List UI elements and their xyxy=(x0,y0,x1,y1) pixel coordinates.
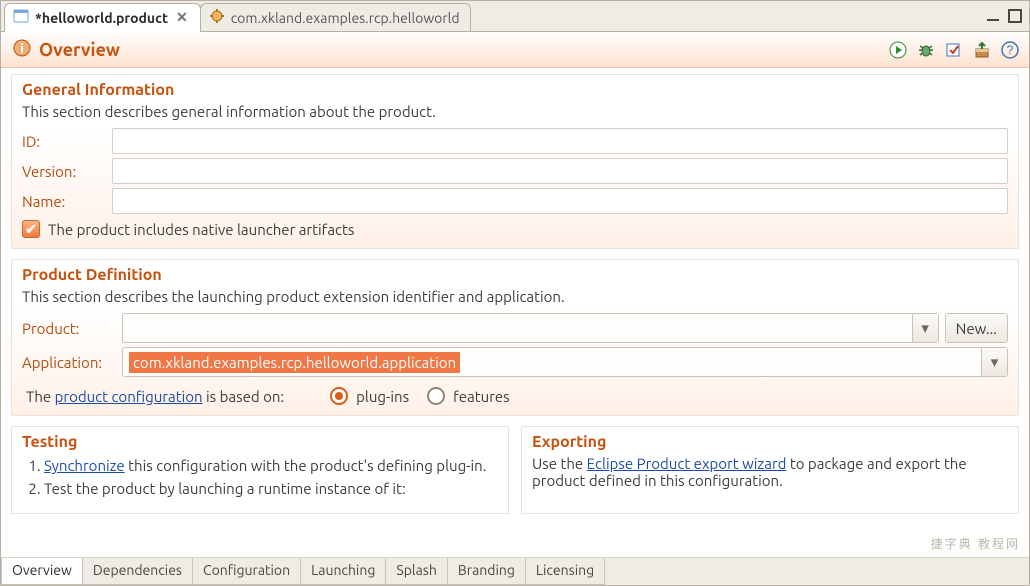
new-product-button[interactable]: New... xyxy=(945,313,1008,343)
section-heading: General Information xyxy=(22,81,1008,99)
exporting-text: Use the Eclipse Product export wizard to… xyxy=(532,455,1008,489)
plugin-icon xyxy=(209,8,225,27)
radio-icon xyxy=(427,387,445,405)
section-testing: Testing Synchronize this configuration w… xyxy=(11,426,509,514)
form-body: General Information This section describ… xyxy=(1,68,1029,557)
product-configuration-link[interactable]: product configuration xyxy=(55,388,203,405)
close-icon[interactable]: ✕ xyxy=(174,9,190,26)
window-controls xyxy=(985,1,1029,31)
based-on-pre: The xyxy=(26,388,55,405)
form-header: Overview ? xyxy=(1,32,1029,68)
id-field[interactable] xyxy=(112,128,1008,154)
based-on-text: The product configuration is based on: xyxy=(26,388,284,405)
tab-helloworld-product[interactable]: *helloworld.product ✕ xyxy=(4,3,201,31)
validate-icon[interactable] xyxy=(945,41,963,59)
version-label: Version: xyxy=(22,163,112,180)
radio-plugins-label: plug-ins xyxy=(356,388,409,405)
name-field[interactable] xyxy=(112,188,1008,214)
section-description: This section describes the launching pro… xyxy=(22,288,1008,305)
new-product-label: New... xyxy=(956,320,997,337)
section-exporting: Exporting Use the Eclipse Product export… xyxy=(521,426,1019,514)
product-combo[interactable]: ▾ xyxy=(122,313,939,343)
testing-step-2: Test the product by launching a runtime … xyxy=(44,480,498,497)
synchronize-link[interactable]: Synchronize xyxy=(44,457,125,474)
svg-text:?: ? xyxy=(1007,43,1014,57)
application-combo[interactable]: com.xkland.examples.rcp.helloworld.appli… xyxy=(122,347,1008,377)
application-combo-value: com.xkland.examples.rcp.helloworld.appli… xyxy=(129,352,460,373)
overview-icon xyxy=(13,39,31,61)
debug-icon[interactable] xyxy=(917,41,935,59)
section-product-definition: Product Definition This section describe… xyxy=(11,259,1019,416)
tab-plugin-xml[interactable]: com.xkland.examples.rcp.helloworld xyxy=(200,3,471,31)
section-general-information: General Information This section describ… xyxy=(11,74,1019,249)
tab-label: *helloworld.product xyxy=(35,10,168,26)
application-label: Application: xyxy=(22,354,122,371)
radio-features[interactable]: features xyxy=(427,387,510,405)
testing-step-1-text: this configuration with the product's de… xyxy=(125,457,487,474)
radio-features-label: features xyxy=(453,388,510,405)
product-label: Product: xyxy=(22,320,122,337)
minimize-icon[interactable] xyxy=(985,8,1001,24)
btab-splash[interactable]: Splash xyxy=(385,558,448,585)
tab-label: com.xkland.examples.rcp.helloworld xyxy=(231,10,460,26)
based-on-post: is based on: xyxy=(203,388,285,405)
native-launcher-label: The product includes native launcher art… xyxy=(48,221,354,238)
page-title: Overview xyxy=(39,40,120,60)
help-icon[interactable]: ? xyxy=(1001,41,1019,59)
maximize-icon[interactable] xyxy=(1007,8,1023,24)
section-heading: Testing xyxy=(22,433,498,451)
btab-branding[interactable]: Branding xyxy=(447,558,526,585)
section-heading: Product Definition xyxy=(22,266,1008,284)
form-toolbar: ? xyxy=(889,41,1019,59)
editor-tabstrip: *helloworld.product ✕ com.xkland.example… xyxy=(1,1,1029,31)
chevron-down-icon[interactable]: ▾ xyxy=(981,348,1007,376)
exporting-pre: Use the xyxy=(532,455,587,472)
radio-plugins[interactable]: plug-ins xyxy=(330,387,409,405)
radio-icon xyxy=(330,387,348,405)
version-field[interactable] xyxy=(112,158,1008,184)
section-heading: Exporting xyxy=(532,433,1008,451)
export-icon[interactable] xyxy=(973,41,991,59)
editor-content: Overview ? General Information This sect… xyxy=(1,31,1029,585)
btab-configuration[interactable]: Configuration xyxy=(192,558,301,585)
testing-step-1: Synchronize this configuration with the … xyxy=(44,457,498,474)
section-description: This section describes general informati… xyxy=(22,103,1008,120)
native-launcher-checkbox[interactable]: ✔ xyxy=(22,220,40,238)
btab-licensing[interactable]: Licensing xyxy=(525,558,605,585)
product-editor: *helloworld.product ✕ com.xkland.example… xyxy=(0,0,1030,586)
editor-page-tabs: Overview Dependencies Configuration Laun… xyxy=(1,557,1029,585)
btab-launching[interactable]: Launching xyxy=(300,558,386,585)
export-wizard-link[interactable]: Eclipse Product export wizard xyxy=(587,455,787,472)
product-file-icon xyxy=(13,8,29,27)
id-label: ID: xyxy=(22,133,112,150)
name-label: Name: xyxy=(22,193,112,210)
run-icon[interactable] xyxy=(889,41,907,59)
btab-dependencies[interactable]: Dependencies xyxy=(82,558,193,585)
chevron-down-icon[interactable]: ▾ xyxy=(912,314,938,342)
btab-overview[interactable]: Overview xyxy=(1,558,83,585)
